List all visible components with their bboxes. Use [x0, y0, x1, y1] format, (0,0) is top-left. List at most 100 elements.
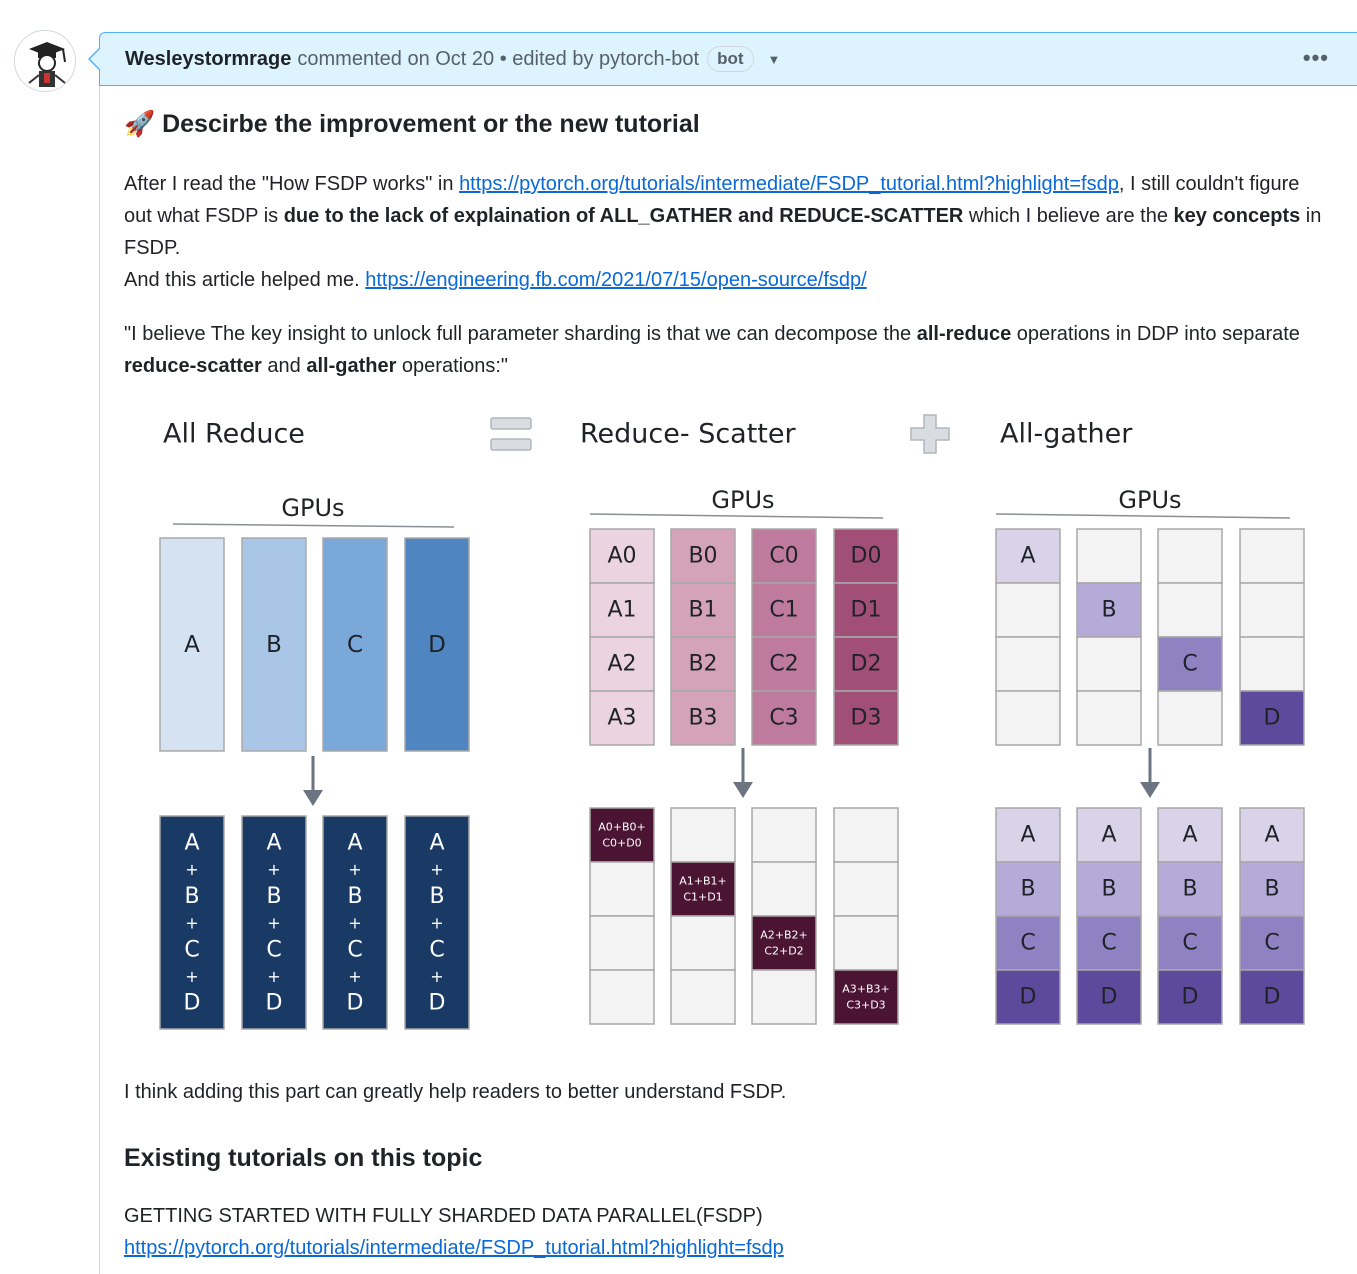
comment-options-kebab-icon[interactable]: ••• [1303, 45, 1329, 71]
fsdp-tutorial-link[interactable]: https://pytorch.org/tutorials/intermedia… [459, 173, 1119, 195]
empty-chunk [995, 690, 1061, 746]
text: "I believe The key insight to unlock ful… [124, 323, 917, 345]
empty-chunk [1157, 528, 1223, 584]
all-gather-full-label: D [1101, 985, 1118, 1010]
empty-chunk [589, 915, 655, 971]
empty-chunk [1157, 582, 1223, 638]
all-reduce-sum-token: + [430, 860, 443, 879]
comment-meta[interactable]: commented on Oct 20 • edited by pytorch-… [297, 48, 699, 71]
all-reduce-label-A: A [184, 632, 200, 658]
empty-chunk [995, 636, 1061, 692]
text: And this article helped me. [124, 269, 366, 291]
existing-tutorials-heading: Existing tutorials on this topic [124, 1142, 1329, 1174]
bold-text: reduce-scatter [124, 355, 262, 377]
diagram-title-all-gather: All-gather [1000, 419, 1133, 450]
all-reduce-label-B: B [266, 632, 282, 658]
all-reduce-gpus-label: GPUs [281, 494, 344, 522]
reduce-scatter-chunk-label: A1 [607, 598, 636, 623]
heading-text: Descirbe the improvement or the new tuto… [162, 110, 700, 138]
fsdp-diagram-svg: All Reduce Reduce- Scatter All-gather GPUs A… [159, 414, 1305, 1030]
reduce-scatter-chunk-label: D2 [851, 652, 882, 677]
empty-chunk [1076, 528, 1142, 584]
all-reduce-sum-token: D [347, 991, 364, 1016]
reduce-scatter-chunk-label: A3 [607, 706, 636, 731]
bold-text: all-reduce [916, 323, 1012, 345]
reduce-scatter-chunk-label: C0 [769, 544, 798, 569]
reduce-scatter-sum-label: C2+D2 [764, 945, 803, 958]
timeline-line [99, 86, 100, 1274]
all-reduce-label-D: D [428, 632, 446, 658]
engineering-fb-link[interactable]: https://engineering.fb.com/2021/07/15/op… [365, 269, 866, 291]
reduce-scatter-gpus-underline [589, 513, 884, 519]
empty-chunk [589, 861, 655, 917]
reduce-scatter-sum-label: A1+B1+ [679, 875, 727, 888]
all-gather-shard-label: C [1182, 652, 1197, 677]
all-gather-gpus-underline [995, 513, 1291, 519]
all-reduce-sum-token: C [429, 937, 444, 962]
all-reduce-sum-token: + [348, 967, 361, 986]
empty-chunk [751, 969, 817, 1025]
all-gather-full-label: B [1182, 877, 1197, 902]
reduce-scatter-arrow-head [733, 782, 753, 798]
reduce-scatter-chunk-label: A2 [607, 652, 636, 677]
text: which I believe are the [963, 205, 1174, 227]
all-gather-full-label: C [1264, 931, 1279, 956]
empty-chunk [670, 807, 736, 863]
empty-chunk [995, 582, 1061, 638]
reduce-scatter-sum-chunk [751, 915, 817, 971]
all-reduce-sum-token: + [267, 914, 280, 933]
all-gather-shard-label: D [1264, 706, 1281, 731]
reduce-scatter-gpus-label: GPUs [711, 486, 774, 514]
all-reduce-sum-token: + [430, 967, 443, 986]
empty-chunk [1157, 690, 1223, 746]
all-gather-full-label: C [1101, 931, 1116, 956]
edit-history-chevron-down-icon[interactable]: ▼ [768, 52, 781, 67]
reduce-scatter-chunk-label: C1 [769, 598, 798, 623]
all-gather-gpus-label: GPUs [1118, 486, 1181, 514]
text: GETTING STARTED WITH FULLY SHARDED DATA … [124, 1205, 763, 1227]
reduce-scatter-sum-chunk [833, 969, 899, 1025]
all-reduce-arrow-head [303, 790, 323, 806]
reduce-scatter-chunk-label: D0 [851, 544, 882, 569]
all-gather-shard-label: B [1101, 598, 1116, 623]
paragraph-1: After I read the "How FSDP works" in htt… [124, 168, 1329, 296]
empty-chunk [1239, 528, 1305, 584]
section-heading: 🚀 Descirbe the improvement or the new tu… [124, 108, 1329, 140]
empty-chunk [670, 915, 736, 971]
empty-chunk [833, 861, 899, 917]
empty-chunk [751, 807, 817, 863]
reduce-scatter-sum-chunk [670, 861, 736, 917]
all-reduce-label-C: C [347, 632, 363, 658]
diagram-title-reduce-scatter: Reduce- Scatter [580, 419, 797, 450]
all-reduce-sum-token: + [348, 914, 361, 933]
author-avatar[interactable] [14, 30, 76, 92]
fsdp-tutorial-link-2[interactable]: https://pytorch.org/tutorials/intermedia… [124, 1237, 784, 1259]
empty-chunk [833, 915, 899, 971]
all-gather-full-label: C [1020, 931, 1035, 956]
paragraph-quote: "I believe The key insight to unlock ful… [124, 318, 1329, 382]
reduce-scatter-sum-chunk [589, 807, 655, 863]
header-pointer-fill [90, 49, 100, 69]
bold-text: due to the lack of explaination of ALL_G… [283, 205, 964, 227]
all-reduce-sum-token: B [347, 884, 362, 909]
reduce-scatter-sum-label: A2+B2+ [760, 929, 808, 942]
reduce-scatter-chunk-label: B0 [688, 544, 717, 569]
all-gather-full-label: B [1101, 877, 1116, 902]
all-gather-arrow-head [1140, 782, 1160, 798]
comment-author[interactable]: Wesleystormrage [125, 48, 291, 71]
empty-chunk [1076, 690, 1142, 746]
avatar-icon [15, 31, 75, 91]
all-reduce-sum-token: + [348, 860, 361, 879]
reduce-scatter-chunk-label: A0 [607, 544, 636, 569]
equals-sign-bottom [490, 438, 532, 451]
reduce-scatter-chunk-label: B3 [688, 706, 717, 731]
reduce-scatter-sum-label: C1+D1 [683, 891, 722, 904]
all-reduce-sum-token: + [267, 967, 280, 986]
all-gather-full-label: B [1020, 877, 1035, 902]
all-gather-full-label: A [1101, 823, 1116, 848]
fsdp-diagram: All Reduce Reduce- Scatter All-gather GPUs A… [150, 396, 1330, 1056]
empty-chunk [751, 861, 817, 917]
reduce-scatter-chunk-label: B2 [688, 652, 717, 677]
text: After I read the "How FSDP works" in [124, 173, 460, 195]
empty-chunk [1239, 636, 1305, 692]
